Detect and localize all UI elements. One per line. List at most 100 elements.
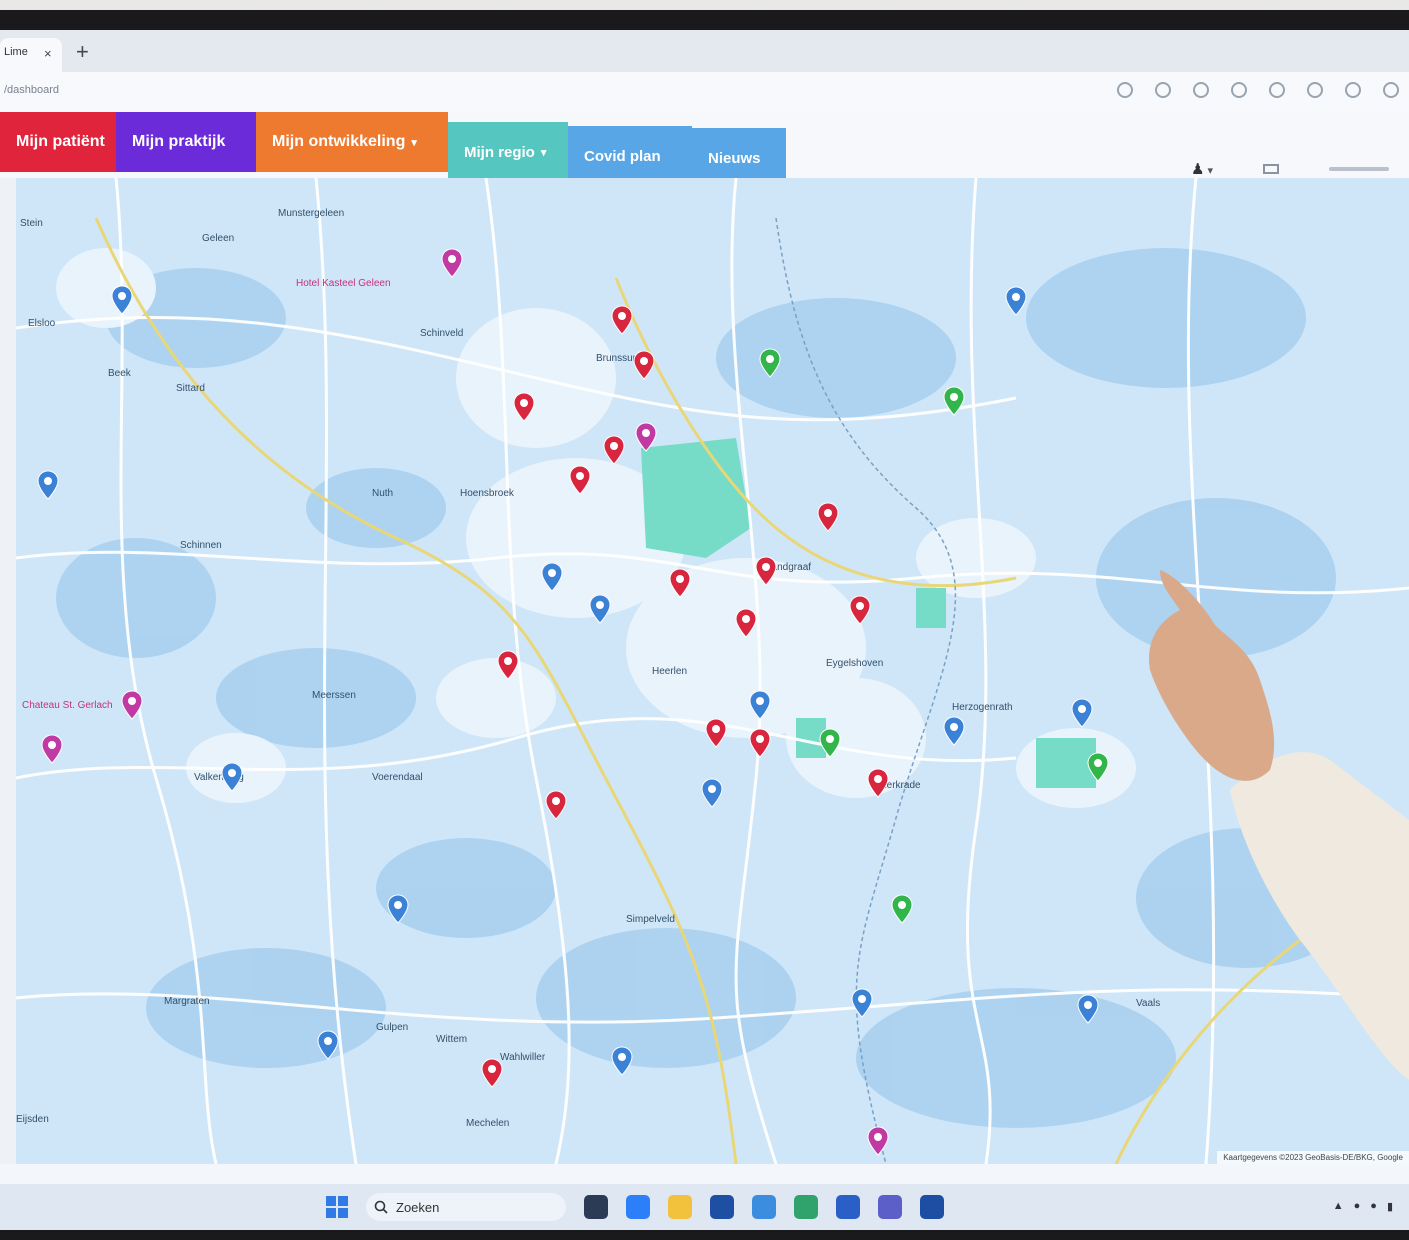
place-label: Wittem [436, 1034, 468, 1045]
chevron-up-icon[interactable]: ▲ [1333, 1200, 1344, 1213]
edge-icon[interactable] [626, 1195, 650, 1219]
word-icon[interactable] [920, 1195, 944, 1219]
new-tab-icon[interactable]: + [76, 41, 89, 63]
map-marker-icon[interactable] [817, 502, 839, 532]
grid-icon[interactable] [1263, 164, 1279, 174]
place-label: Heerlen [652, 666, 688, 677]
battery-icon[interactable]: ▮ [1387, 1200, 1393, 1213]
teams-icon[interactable] [878, 1195, 902, 1219]
user-menu[interactable]: ♟ ▾ [1191, 160, 1213, 178]
user-icon: ♟ [1190, 161, 1205, 178]
tab-title: Lime [4, 46, 28, 58]
place-label: Stein [20, 218, 43, 229]
map-marker-icon[interactable] [513, 392, 535, 422]
nav-mijn-praktijk[interactable]: Mijn praktijk [116, 112, 256, 172]
map-marker-icon[interactable] [441, 248, 463, 278]
place-label: Voerendaal [372, 772, 423, 783]
map-marker-icon[interactable] [121, 690, 143, 720]
map-marker-icon[interactable] [819, 728, 841, 758]
url-field[interactable]: /dashboard [4, 84, 59, 96]
map-marker-icon[interactable] [41, 734, 63, 764]
map-marker-icon[interactable] [851, 988, 873, 1018]
map-marker-icon[interactable] [611, 305, 633, 335]
region-map[interactable]: Stein Elsloo Beek Geleen Munstergeleen S… [16, 178, 1409, 1164]
map-marker-icon[interactable] [735, 608, 757, 638]
browser-tab-bar: Lime × + [0, 30, 1409, 72]
nav-covid-plan[interactable]: Covid plan [568, 126, 692, 186]
map-marker-icon[interactable] [867, 1126, 889, 1156]
app-icon[interactable] [794, 1195, 818, 1219]
system-tray: ▲ ● ● ▮ [1333, 1200, 1393, 1213]
place-label: Wahlwiller [500, 1052, 546, 1063]
collections-icon[interactable] [1307, 82, 1323, 98]
taskbar-apps [584, 1195, 944, 1219]
map-marker-icon[interactable] [749, 690, 771, 720]
map-marker-icon[interactable] [603, 435, 625, 465]
outlook-icon[interactable] [836, 1195, 860, 1219]
place-label: Eijsden [16, 1114, 49, 1125]
map-marker-icon[interactable] [1071, 698, 1093, 728]
place-label: Gulpen [376, 1022, 409, 1033]
map-marker-icon[interactable] [111, 285, 133, 315]
map-marker-icon[interactable] [1087, 752, 1109, 782]
profile-icon[interactable] [1345, 82, 1361, 98]
close-icon[interactable]: × [44, 46, 52, 61]
monitor-bezel: Lime × + /dashboard Mijn patiënt Mijn pr… [0, 10, 1409, 1240]
user-area: ♟ ▾ [1191, 160, 1389, 178]
refresh-icon[interactable] [1155, 82, 1171, 98]
chevron-down-icon: ▾ [1207, 165, 1213, 177]
place-label: Elsloo [28, 318, 56, 329]
map-marker-icon[interactable] [867, 768, 889, 798]
map-marker-icon[interactable] [221, 762, 243, 792]
mail-icon[interactable] [752, 1195, 776, 1219]
place-label: Simpelveld [626, 914, 675, 925]
split-icon[interactable] [1231, 82, 1247, 98]
map-marker-icon[interactable] [705, 718, 727, 748]
map-marker-icon[interactable] [943, 716, 965, 746]
place-label: Mechelen [466, 1118, 510, 1129]
map-marker-icon[interactable] [759, 348, 781, 378]
map-marker-icon[interactable] [569, 465, 591, 495]
map-marker-icon[interactable] [497, 650, 519, 680]
nav-mijn-regio[interactable]: Mijn regio ▾ [448, 122, 568, 182]
map-marker-icon[interactable] [943, 386, 965, 416]
wifi-icon[interactable]: ● [1354, 1200, 1361, 1213]
nav-label: Mijn patiënt [16, 133, 105, 150]
map-marker-icon[interactable] [1005, 286, 1027, 316]
map-marker-icon[interactable] [481, 1058, 503, 1088]
map-marker-icon[interactable] [545, 790, 567, 820]
volume-icon[interactable]: ● [1370, 1200, 1377, 1213]
task-view-icon[interactable] [584, 1195, 608, 1219]
map-marker-icon[interactable] [849, 595, 871, 625]
map-marker-icon[interactable] [701, 778, 723, 808]
map-marker-icon[interactable] [1077, 994, 1099, 1024]
nav-mijn-ontwikkeling[interactable]: Mijn ontwikkeling ▾ [256, 112, 448, 172]
map-marker-icon[interactable] [635, 422, 657, 452]
map-canvas [16, 178, 1409, 1164]
map-marker-icon[interactable] [755, 556, 777, 586]
map-marker-icon[interactable] [387, 894, 409, 924]
map-marker-icon[interactable] [611, 1046, 633, 1076]
taskbar-search[interactable]: Zoeken [366, 1193, 566, 1221]
extension-icon[interactable] [1193, 82, 1209, 98]
sidebar-handle[interactable] [0, 178, 17, 1164]
file-explorer-icon[interactable] [668, 1195, 692, 1219]
map-marker-icon[interactable] [541, 562, 563, 592]
map-marker-icon[interactable] [633, 350, 655, 380]
nav-mijn-patient[interactable]: Mijn patiënt [0, 112, 116, 172]
browser-tab[interactable]: Lime × [0, 38, 62, 72]
windows-start-icon[interactable] [326, 1196, 348, 1218]
address-bar: /dashboard [0, 72, 1409, 113]
place-label: Geleen [202, 233, 235, 244]
map-marker-icon[interactable] [749, 728, 771, 758]
settings-icon[interactable] [1383, 82, 1399, 98]
map-marker-icon[interactable] [589, 594, 611, 624]
map-marker-icon[interactable] [317, 1030, 339, 1060]
map-marker-icon[interactable] [37, 470, 59, 500]
store-icon[interactable] [710, 1195, 734, 1219]
map-marker-icon[interactable] [891, 894, 913, 924]
favorites-icon[interactable] [1269, 82, 1285, 98]
search-icon [374, 1200, 388, 1214]
map-marker-icon[interactable] [669, 568, 691, 598]
star-icon[interactable] [1117, 82, 1133, 98]
